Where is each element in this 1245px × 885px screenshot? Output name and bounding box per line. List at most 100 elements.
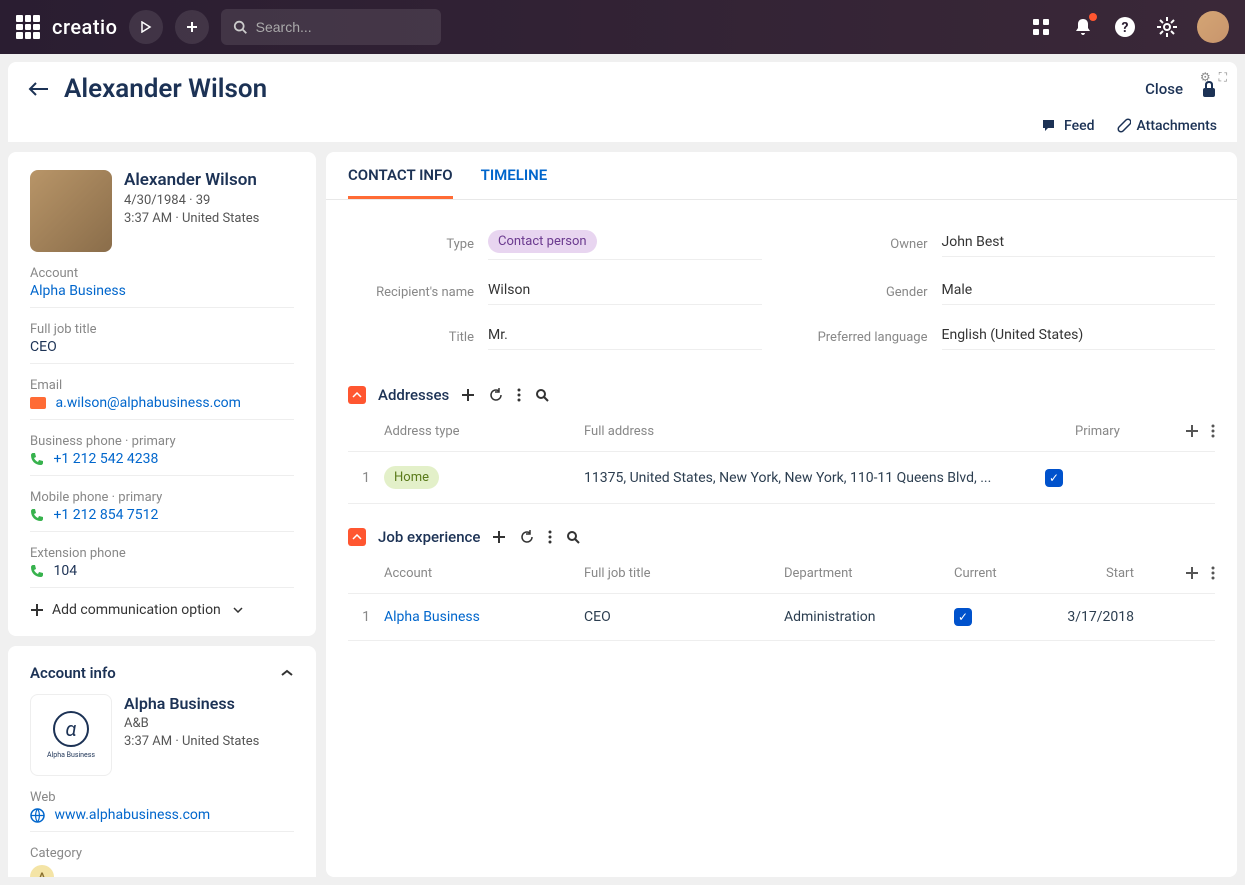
settings-icon[interactable]: [1155, 15, 1179, 39]
type-label: Type: [348, 237, 488, 252]
search-input[interactable]: [256, 19, 430, 35]
topbar-right: ?: [1029, 11, 1229, 43]
profile-card: Alexander Wilson 4/30/1984 · 39 3:37 AM …: [8, 152, 316, 636]
ext-phone-value: 104: [53, 563, 77, 579]
jobs-table: Account Full job title Department Curren…: [326, 554, 1237, 641]
account-code: A&B: [124, 716, 259, 731]
notification-dot: [1089, 13, 1097, 21]
phone-icon: [30, 452, 44, 466]
job-title-label: Full job title: [30, 322, 294, 337]
col-job-dept[interactable]: Department: [784, 566, 954, 581]
back-arrow[interactable]: [28, 81, 50, 97]
add-communication-button[interactable]: Add communication option: [30, 602, 294, 618]
jobs-section-head: Job experience: [326, 520, 1237, 554]
help-icon[interactable]: ?: [1113, 15, 1137, 39]
collapse-addresses-button[interactable]: [348, 386, 366, 404]
profile-avatar[interactable]: [30, 170, 112, 252]
title-value[interactable]: Mr.: [488, 325, 762, 350]
gender-value[interactable]: Male: [942, 280, 1216, 305]
email-label: Email: [30, 378, 294, 393]
profile-dob: 4/30/1984 · 39: [124, 193, 259, 208]
col-job-start[interactable]: Start: [1034, 566, 1134, 581]
jobs-heading: Job experience: [378, 528, 480, 546]
add-address-button[interactable]: [461, 388, 475, 402]
chevron-up-icon[interactable]: [280, 669, 294, 677]
mobile-phone-link[interactable]: +1 212 854 7512: [53, 507, 158, 523]
account-name: Alpha Business: [124, 694, 259, 713]
column-menu-button[interactable]: [1211, 424, 1215, 439]
primary-checked[interactable]: ✓: [1045, 469, 1063, 487]
more-jobs-button[interactable]: [548, 530, 552, 544]
page-settings-icon[interactable]: ⚙: [1200, 70, 1211, 85]
lang-value[interactable]: English (United States): [942, 325, 1216, 350]
account-link[interactable]: Alpha Business: [30, 283, 294, 299]
logo[interactable]: creatio: [52, 15, 117, 39]
address-row[interactable]: 1 Home 11375, United States, New York, N…: [348, 452, 1215, 504]
search-box[interactable]: [221, 9, 441, 45]
play-button[interactable]: [129, 10, 163, 44]
add-button[interactable]: [175, 10, 209, 44]
job-row[interactable]: 1 Alpha Business CEO Administration ✓ 3/…: [348, 594, 1215, 641]
search-icon: [233, 19, 247, 35]
owner-link[interactable]: John Best: [942, 232, 1216, 257]
category-badge: A: [30, 865, 54, 877]
refresh-addresses-button[interactable]: [489, 388, 503, 402]
main-panel: CONTACT INFO TIMELINE Type Contact perso…: [326, 152, 1237, 877]
tab-timeline[interactable]: TIMELINE: [481, 166, 548, 199]
plus-icon: [30, 603, 44, 617]
refresh-jobs-button[interactable]: [520, 530, 534, 544]
col-job-current[interactable]: Current: [954, 566, 1034, 581]
add-job-button[interactable]: [492, 530, 506, 544]
job-title-value: CEO: [30, 339, 294, 355]
feed-link[interactable]: Feed: [1042, 118, 1094, 134]
feed-label: Feed: [1064, 118, 1094, 134]
phone-icon: [30, 508, 44, 522]
row-number: 1: [348, 470, 384, 486]
search-jobs-button[interactable]: [566, 530, 580, 544]
info-grid: Type Contact person Owner John Best Reci…: [326, 200, 1237, 378]
add-column-button[interactable]: [1185, 424, 1199, 439]
col-full-address[interactable]: Full address: [584, 424, 1075, 439]
full-address-value: 11375, United States, New York, New York…: [584, 470, 1045, 486]
type-pill[interactable]: Contact person: [488, 230, 597, 253]
addresses-table: Address type Full address Primary 1 Home…: [326, 412, 1237, 504]
biz-phone-link[interactable]: +1 212 542 4238: [53, 451, 158, 467]
user-avatar[interactable]: [1197, 11, 1229, 43]
mobile-phone-label: Mobile phone · primary: [30, 490, 294, 505]
attachments-link[interactable]: Attachments: [1117, 118, 1217, 134]
title-label: Title: [348, 330, 488, 345]
close-button[interactable]: Close: [1145, 80, 1183, 98]
current-checked[interactable]: ✓: [954, 608, 972, 626]
col-primary[interactable]: Primary: [1075, 424, 1185, 439]
col-address-type[interactable]: Address type: [384, 424, 584, 439]
ext-phone-label: Extension phone: [30, 546, 294, 561]
account-logo[interactable]: α Alpha Business: [30, 694, 112, 776]
tab-contact-info[interactable]: CONTACT INFO: [348, 166, 453, 199]
search-addresses-button[interactable]: [535, 388, 549, 402]
recipient-value[interactable]: Wilson: [488, 280, 762, 305]
col-job-account[interactable]: Account: [384, 566, 584, 581]
web-link[interactable]: www.alphabusiness.com: [54, 807, 210, 823]
more-addresses-button[interactable]: [517, 388, 521, 402]
job-account-link[interactable]: Alpha Business: [384, 609, 584, 625]
addresses-section-head: Addresses: [326, 378, 1237, 412]
topbar-left: creatio: [16, 9, 441, 45]
web-label: Web: [30, 790, 294, 805]
bell-icon[interactable]: [1071, 15, 1095, 39]
col-job-title[interactable]: Full job title: [584, 566, 784, 581]
job-column-menu-button[interactable]: [1211, 566, 1215, 581]
account-logo-text: Alpha Business: [47, 751, 95, 759]
biz-phone-label: Business phone · primary: [30, 434, 294, 449]
apps-grid-icon[interactable]: [16, 15, 40, 39]
job-dept-value: Administration: [784, 609, 954, 625]
attachment-icon: [1117, 118, 1131, 134]
email-link[interactable]: a.wilson@alphabusiness.com: [55, 395, 240, 411]
gender-label: Gender: [802, 285, 942, 300]
owner-label: Owner: [802, 237, 942, 252]
feed-icon: [1042, 119, 1058, 133]
expand-icon[interactable]: ⛶: [1219, 70, 1227, 85]
row-number: 1: [348, 609, 384, 625]
add-job-column-button[interactable]: [1185, 566, 1199, 581]
apps-icon[interactable]: [1029, 15, 1053, 39]
collapse-jobs-button[interactable]: [348, 528, 366, 546]
